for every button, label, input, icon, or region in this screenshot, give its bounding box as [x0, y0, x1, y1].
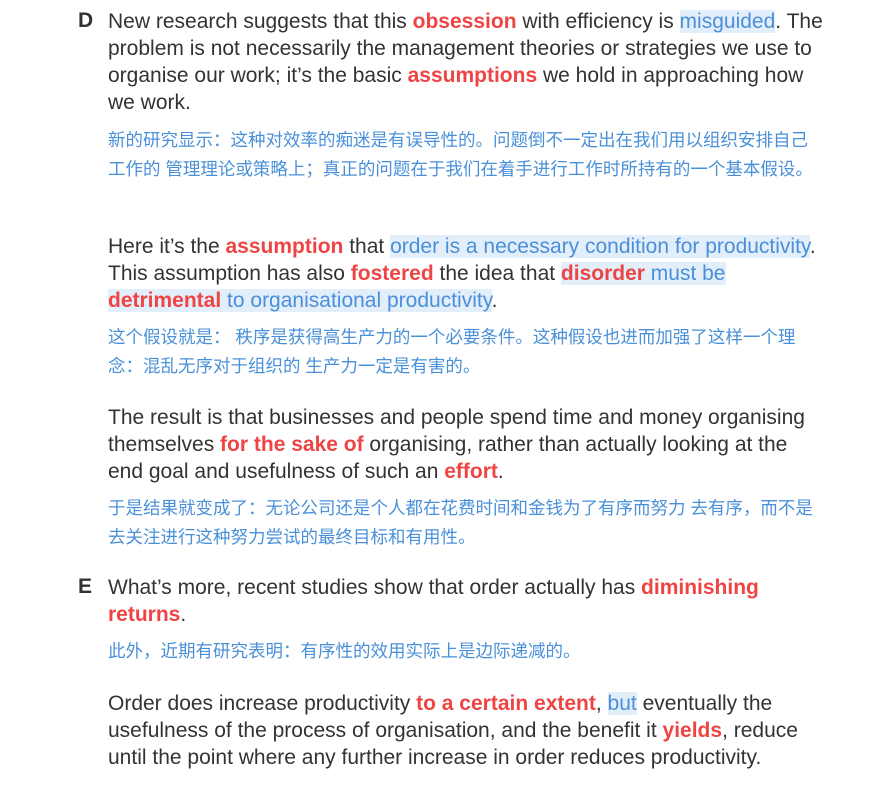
paragraph-e-1: What’s more, recent studies show that or… — [108, 574, 828, 628]
keyword[interactable]: detrimental — [108, 289, 222, 312]
text: that — [343, 235, 391, 258]
text: , — [595, 692, 608, 715]
keyword[interactable]: to a certain extent — [416, 692, 596, 715]
text: New research suggests that this — [108, 10, 413, 33]
text: . — [497, 460, 504, 483]
translation-e-1: 此外，近期有研究表明：有序性的效用实际上是边际递减的。 — [108, 641, 581, 661]
keyword[interactable]: effort — [444, 460, 498, 483]
keyword[interactable]: for the sake of — [220, 433, 364, 456]
text: . — [180, 603, 187, 626]
paragraph-d-1: New research suggests that this obsessio… — [108, 8, 828, 116]
text: Order does increase productivity — [108, 692, 417, 715]
translation-d-1: 新的研究显示：这种对效率的痴迷是有误导性的。问题倒不一定出在我们用以组织安排自己… — [108, 130, 813, 179]
keyword[interactable]: yields — [663, 719, 723, 742]
highlighted-phrase[interactable]: must be — [644, 262, 726, 285]
translation-d-2: 这个假设就是： 秩序是获得高生产力的一个必要条件。这种假设也进而加强了这样一个理… — [108, 327, 796, 376]
keyword[interactable]: obsession — [413, 10, 517, 33]
text: Here it’s the — [108, 235, 226, 258]
text: with efficiency is — [516, 10, 680, 33]
highlighted-phrase[interactable]: to organisational productivity — [221, 289, 492, 312]
keyword[interactable]: fostered — [351, 262, 434, 285]
keyword[interactable]: assumption — [226, 235, 344, 258]
text: the idea that — [433, 262, 561, 285]
paragraph-e-2: Order does increase productivity to a ce… — [108, 690, 828, 771]
text: . — [491, 289, 498, 312]
section-letter-d: D — [78, 9, 94, 32]
paragraph-d-3: The result is that businesses and people… — [108, 404, 828, 485]
section-letter-e: E — [78, 575, 93, 598]
highlighted-phrase[interactable]: but — [607, 692, 637, 715]
highlighted-phrase[interactable]: misguided — [679, 10, 776, 33]
keyword[interactable]: assumptions — [408, 64, 538, 87]
paragraph-d-2: Here it’s the assumption that order is a… — [108, 233, 828, 314]
highlighted-phrase[interactable]: order is a necessary condition for produ… — [390, 235, 810, 258]
keyword[interactable]: disorder — [560, 262, 645, 285]
translation-d-3: 于是结果就变成了：无论公司还是个人都在花费时间和金钱为了有序而努力 去有序，而不… — [108, 498, 813, 547]
text: What’s more, recent studies show that or… — [108, 576, 642, 599]
